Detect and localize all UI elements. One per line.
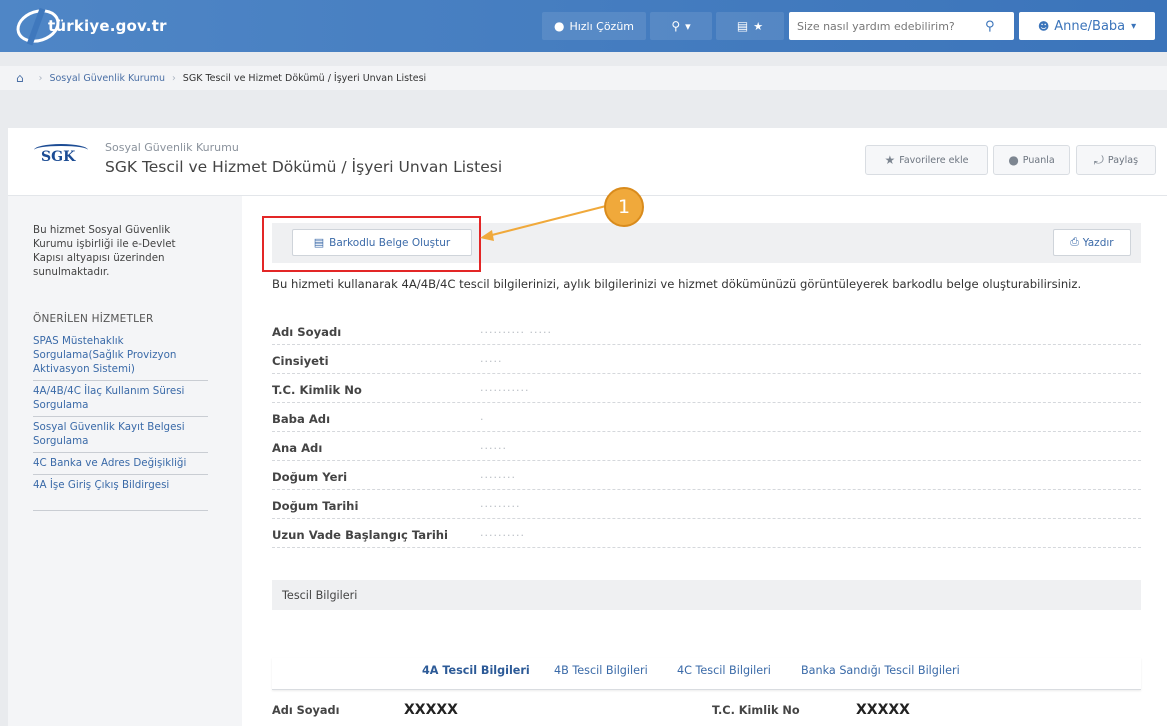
info-label: Ana Adı [272,441,323,455]
breadcrumb-separator: › [171,72,176,84]
highlight-box [262,216,481,272]
info-row: Ana Adı ······ [272,432,1141,461]
info-value: ····· [480,355,503,368]
info-value: ··········· [480,384,530,397]
info-label: Uzun Vade Başlangıç Tarihi [272,528,449,542]
key-icon: ⚲ [671,19,681,33]
rate-label: Puanla [1022,154,1055,166]
sgk-logo: SGK [34,144,92,170]
sidebar-item-spas[interactable]: SPAS Müstehaklık Sorgulama(Sağlık Proviz… [33,331,208,381]
personal-info-list: Adı Soyadı ·········· ····· Cinsiyeti ··… [272,316,1141,548]
info-label: Baba Adı [272,412,331,426]
info-label: Adı Soyadı [272,325,342,339]
id-card-icon: ▤ [736,19,749,33]
share-label: Paylaş [1107,154,1139,166]
info-value: ·········· [480,529,525,542]
breadcrumb-item-current: SGK Tescil ve Hizmet Dökümü / İşyeri Unv… [182,72,427,84]
info-row: Cinsiyeti ····· [272,345,1141,374]
breadcrumb-separator: › [38,72,43,84]
search-box: ⚲ [789,12,1014,40]
service-card: SGK Sosyal Güvenlik Kurumu SGK Tescil ve… [8,128,1167,726]
search-icon[interactable]: ⚲ [985,19,995,34]
page-title: SGK Tescil ve Hizmet Dökümü / İşyeri Unv… [105,158,503,176]
registration-tabs: 4A Tescil Bilgileri 4B Tescil Bilgileri … [272,658,1141,690]
info-row: T.C. Kimlik No ··········· [272,374,1141,403]
logo-text: türkiye.gov.tr [48,17,167,35]
star-icon: ★ [753,19,764,33]
tab-4b[interactable]: 4B Tescil Bilgileri [554,664,648,677]
registration-info-heading: Tescil Bilgileri [272,580,1141,610]
tc-label: T.C. Kimlik No [712,704,800,717]
page-spacer [0,90,1167,128]
info-row: Doğum Yeri ········ [272,461,1141,490]
print-label: Yazdır [1082,236,1114,249]
search-input[interactable] [789,19,979,33]
share-button[interactable]: ⤾ Paylaş [1076,145,1156,175]
add-favorite-label: Favorilere ekle [899,154,969,166]
sidebar-item-bank-address[interactable]: 4C Banka ve Adres Değişikliği [33,453,208,475]
name-value: XXXXX [404,702,458,718]
info-row: Adı Soyadı ·········· ····· [272,316,1141,345]
key-dropdown-button[interactable]: ⚲ ▾ [650,12,712,40]
print-button[interactable]: ⎙ Yazdır [1053,229,1131,256]
info-value: ········· [480,500,521,513]
sidebar-divider [33,510,208,511]
share-icon: ⤾ [1093,152,1104,167]
chevron-down-icon: ▾ [1131,20,1137,32]
quick-solution-button[interactable]: ● Hızlı Çözüm [542,12,646,40]
service-header: SGK Sosyal Güvenlik Kurumu SGK Tescil ve… [8,128,1167,196]
info-value: ········ [480,471,516,484]
service-description: Bu hizmet Sosyal Güvenlik Kurumu işbirli… [33,224,176,278]
registration-row: Adı Soyadı XXXXX T.C. Kimlik No XXXXX [272,700,1141,722]
chevron-down-icon: ▾ [685,19,691,33]
sidebar: Bu hizmet Sosyal Güvenlik Kurumu işbirli… [8,196,242,726]
info-label: Cinsiyeti [272,354,329,368]
comment-icon: ● [1008,153,1019,167]
logo-emblem-icon [12,3,64,49]
turkiye-gov-logo[interactable]: türkiye.gov.tr [12,3,167,49]
card-favorites-button[interactable]: ▤ ★ [716,12,784,40]
printer-icon: ⎙ [1070,236,1079,248]
user-menu-button[interactable]: ☻ Anne/Baba ▾ [1019,12,1155,40]
info-row: Baba Adı · [272,403,1141,432]
info-label: T.C. Kimlik No [272,383,362,397]
sgk-logo-text: SGK [41,149,76,165]
info-label: Doğum Yeri [272,470,348,484]
tc-value: XXXXX [856,702,910,718]
tab-bank-fund[interactable]: Banka Sandığı Tescil Bilgileri [801,664,960,677]
sidebar-item-job-entry[interactable]: 4A İşe Giriş Çıkış Bildirgesi [33,475,208,496]
main-content: ▤ Barkodlu Belge Oluştur ⎙ Yazdır Bu hiz… [242,196,1167,726]
info-label: Doğum Tarihi [272,499,359,513]
institution-name: Sosyal Güvenlik Kurumu [105,141,239,154]
user-icon: ☻ [1037,19,1050,33]
sidebar-item-drug-usage[interactable]: 4A/4B/4C İlaç Kullanım Süresi Sorgulama [33,381,208,417]
step-number-badge: 1 [604,187,644,227]
tab-4c[interactable]: 4C Tescil Bilgileri [677,664,771,677]
name-label: Adı Soyadı [272,704,340,717]
quick-solution-label: Hızlı Çözüm [569,19,635,33]
breadcrumb: ⌂ › Sosyal Güvenlik Kurumu › SGK Tescil … [0,66,1167,90]
home-icon[interactable]: ⌂ [16,71,24,85]
service-intro-text: Bu hizmeti kullanarak 4A/4B/4C tescil bi… [272,277,1082,291]
breadcrumb-item-sgk[interactable]: Sosyal Güvenlik Kurumu [49,73,165,84]
star-icon: ★ [884,153,896,167]
info-row: Uzun Vade Başlangıç Tarihi ·········· [272,519,1141,548]
rate-button[interactable]: ● Puanla [993,145,1070,175]
user-label: Anne/Baba [1054,18,1126,34]
chat-icon: ● [553,19,565,33]
recommended-services-heading: ÖNERİLEN HİZMETLER [33,313,154,325]
info-value: · [480,413,485,426]
info-value: ·········· ····· [480,326,552,339]
info-value: ······ [480,442,507,455]
info-row: Doğum Tarihi ········· [272,490,1141,519]
sidebar-item-registration-doc[interactable]: Sosyal Güvenlik Kayıt Belgesi Sorgulama [33,417,208,453]
top-navigation-bar: türkiye.gov.tr ● Hızlı Çözüm ⚲ ▾ ▤ ★ ⚲ ☻… [0,0,1167,52]
add-favorite-button[interactable]: ★ Favorilere ekle [865,145,988,175]
tab-4a[interactable]: 4A Tescil Bilgileri [422,664,530,677]
recommended-services-list: SPAS Müstehaklık Sorgulama(Sağlık Proviz… [33,331,208,511]
